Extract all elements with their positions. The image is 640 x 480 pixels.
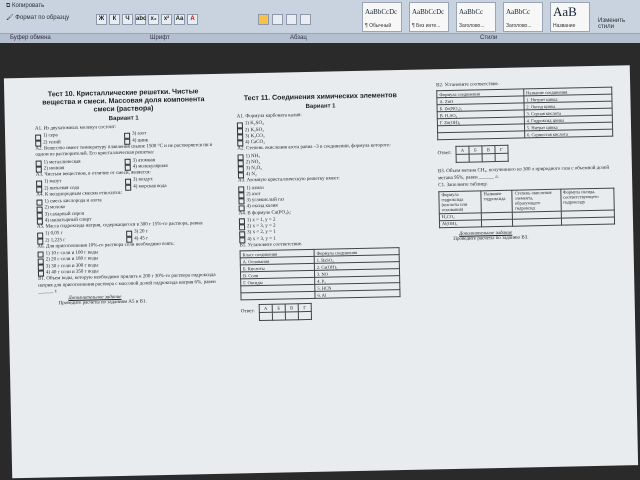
- answer-grid: АБВГ: [259, 303, 312, 321]
- t11-answer: Ответ: АБВГ: [241, 301, 409, 322]
- answer-col: В: [481, 145, 495, 155]
- style-sample: AaB: [553, 4, 577, 19]
- ribbon-group-labels: Буфер обмена Шрифт Абзац Стили: [0, 33, 640, 43]
- checkbox[interactable]: [238, 192, 245, 199]
- borders-button[interactable]: [286, 14, 297, 25]
- answer-cell[interactable]: [481, 153, 496, 163]
- table-header: Название гидроксида: [480, 189, 513, 213]
- table-cell: 6. Сернистая кислота: [524, 129, 613, 139]
- style-sample: AaBbCcDc: [412, 8, 445, 16]
- font-format-button[interactable]: Ж: [96, 14, 107, 25]
- answer-cell[interactable]: [259, 312, 273, 321]
- word-ribbon: ⧉ Копировать 🖌 Формат по образцу Ж К Чabc x…: [0, 0, 640, 43]
- checkbox[interactable]: [239, 237, 246, 244]
- copy-button[interactable]: ⧉ Копировать: [6, 3, 44, 10]
- group-label-clipboard: Буфер обмена: [10, 35, 51, 41]
- style-tile[interactable]: AaBbCcDc ¶ Без инте...: [409, 2, 449, 32]
- style-label: Заголово...: [506, 23, 532, 29]
- format-painter-label: Формат по образцу: [15, 15, 70, 21]
- checkbox[interactable]: [37, 251, 44, 259]
- checkbox[interactable]: [238, 224, 246, 231]
- test11-variant: Вариант 1: [305, 103, 336, 111]
- test10-title: Тест 10. Кристаллические решетки. Чистые…: [42, 88, 205, 114]
- checkbox[interactable]: [237, 154, 244, 161]
- style-sample: AaBbCc: [506, 8, 531, 16]
- test10-variant: Вариант 1: [108, 115, 139, 123]
- style-sample: AaBbCcDc: [365, 8, 398, 16]
- answer-cell[interactable]: [272, 312, 286, 321]
- font-format-button[interactable]: x₂: [148, 14, 159, 25]
- style-sample: AaBbCc: [459, 8, 484, 16]
- t11-b1-table: Класс соединения Формула соединения А. Ос…: [240, 247, 401, 301]
- answer-cell[interactable]: [494, 153, 509, 162]
- b2-answer: Ответ: АБВГ: [437, 143, 617, 164]
- option: 4) морская вода: [133, 183, 167, 190]
- table-cell[interactable]: [481, 218, 513, 227]
- checkbox[interactable]: [239, 230, 246, 237]
- t10-b1: В1. Объем воды, которую необходимо прили…: [38, 273, 216, 295]
- table-cell[interactable]: [561, 216, 615, 225]
- answer-cell[interactable]: [468, 154, 483, 163]
- table-cell: 6. Al: [314, 289, 401, 299]
- checkbox[interactable]: [125, 184, 132, 191]
- change-styles-button[interactable]: Изменить стили: [598, 18, 638, 30]
- group-label-styles: Стили: [480, 35, 498, 41]
- style-label: Название: [553, 23, 576, 29]
- table-cell[interactable]: [512, 217, 562, 226]
- checkbox[interactable]: [36, 186, 43, 193]
- font-format-button[interactable]: Aa: [174, 14, 185, 25]
- font-format-button[interactable]: A: [187, 14, 198, 25]
- answer-cell[interactable]: [298, 311, 312, 320]
- table-header: Формула гидроксида (кислоты или основани…: [438, 190, 482, 214]
- font-format-button[interactable]: x²: [161, 14, 172, 25]
- style-tile[interactable]: AaBbCc Заголово...: [456, 2, 496, 32]
- style-label: Заголово...: [459, 23, 485, 29]
- right-column: В2. Установите соответствие. Формула сое…: [436, 80, 619, 245]
- checkbox[interactable]: [236, 121, 243, 128]
- font-format-button[interactable]: К: [109, 14, 120, 25]
- answer-cell[interactable]: [285, 311, 299, 321]
- checkbox[interactable]: [237, 166, 244, 173]
- checkbox[interactable]: [124, 138, 131, 145]
- table-header: Формула оксида, соответствующего гидрокс…: [560, 187, 615, 211]
- highlight-button[interactable]: [258, 14, 269, 25]
- table-cell: [240, 291, 316, 301]
- font-format-button[interactable]: abc: [135, 14, 146, 25]
- change-styles-label: Изменить стили: [598, 18, 626, 30]
- checkbox[interactable]: [37, 238, 44, 245]
- answer-label: Ответ:: [240, 309, 255, 315]
- table-cell: [437, 131, 525, 141]
- style-label: ¶ Без инте...: [412, 23, 441, 29]
- checkbox[interactable]: [237, 160, 244, 167]
- shading-button[interactable]: [272, 14, 283, 25]
- test11-column: Тест 11. Соединения химических элементов…: [236, 92, 409, 322]
- checkbox[interactable]: [35, 140, 42, 147]
- answer-grid: АБВГ: [455, 145, 509, 163]
- font-format-button[interactable]: Ч: [122, 14, 133, 25]
- style-tile[interactable]: AaB Название: [550, 2, 590, 32]
- style-tile[interactable]: AaBbCcDc ¶ Обычный: [362, 2, 402, 32]
- style-label: ¶ Обычный: [365, 23, 392, 29]
- answer-label: Ответ:: [437, 151, 452, 157]
- document-page: Тест 10. Кристаллические решетки. Чистые…: [3, 65, 639, 479]
- sort-button[interactable]: [300, 14, 311, 25]
- group-label-font: Шрифт: [150, 35, 170, 41]
- c1-table: Формула гидроксида (кислоты или основани…: [438, 187, 615, 228]
- test10-column: Тест 10. Кристаллические решетки. Чистые…: [34, 88, 217, 309]
- checkbox[interactable]: [238, 186, 245, 193]
- format-painter-button[interactable]: 🖌 Формат по образцу: [6, 14, 69, 21]
- group-label-paragraph: Абзац: [290, 35, 307, 41]
- style-tile[interactable]: AaBbCc Заголово...: [503, 2, 543, 32]
- answer-cell[interactable]: [455, 154, 470, 163]
- b2-table: Формула соединения Название соединения А.…: [436, 87, 613, 141]
- copy-label: Копировать: [11, 3, 45, 9]
- table-cell: Al(OH)₃: [439, 219, 482, 228]
- checkbox[interactable]: [36, 212, 43, 219]
- checkbox[interactable]: [126, 236, 133, 243]
- checkbox[interactable]: [238, 204, 245, 211]
- table-header: Степень окисления элемента, образующего …: [512, 188, 561, 212]
